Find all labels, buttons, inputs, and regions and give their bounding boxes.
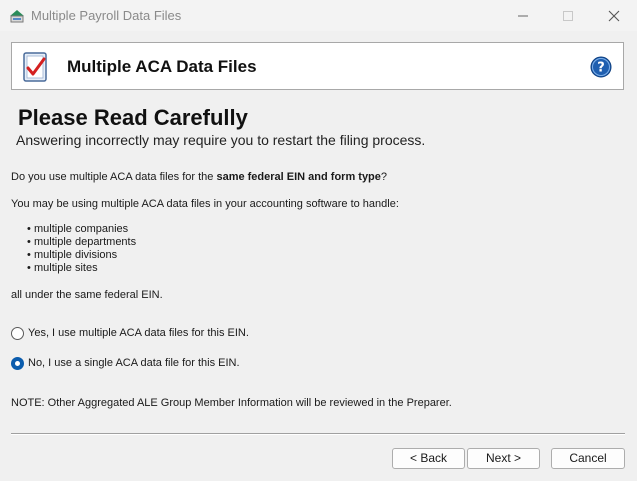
question-suffix: ? (380, 171, 388, 183)
radio-button-yes[interactable] (11, 327, 24, 340)
list-item: • multiple companies (27, 223, 129, 235)
app-logo-icon (9, 8, 25, 23)
title-bar: Multiple Payroll Data Files (0, 0, 637, 31)
radio-button-no[interactable] (11, 357, 24, 370)
footer-divider (11, 433, 625, 435)
close-button[interactable] (591, 0, 637, 31)
list-item: • multiple divisions (27, 249, 118, 261)
page-title: Multiple ACA Data Files (67, 57, 257, 76)
cancel-button[interactable]: Cancel (551, 448, 625, 469)
close-icon (608, 10, 620, 22)
question-text: Do you use multiple ACA data files for t… (11, 171, 387, 183)
radio-label-no[interactable]: No, I use a single ACA data file for thi… (28, 357, 240, 369)
warning-title: Please Read Carefully (18, 105, 248, 130)
note-text: NOTE: Other Aggregated ALE Group Member … (11, 397, 452, 409)
header-panel: Multiple ACA Data Files ? (11, 42, 624, 90)
maximize-button[interactable] (545, 0, 591, 31)
window-title: Multiple Payroll Data Files (31, 8, 182, 23)
next-button[interactable]: Next > (467, 448, 540, 469)
document-check-icon (22, 51, 50, 87)
help-icon[interactable]: ? (590, 56, 612, 82)
closing-text: all under the same federal EIN. (11, 289, 163, 301)
minimize-button[interactable] (500, 0, 546, 31)
maximize-icon (563, 11, 573, 21)
warning-subtitle: Answering incorrectly may require you to… (16, 132, 426, 148)
bullet-list: • multiple companies • multiple department… (27, 223, 136, 275)
intro-text: You may be using multiple ACA data files… (11, 198, 399, 210)
svg-text:?: ? (597, 61, 605, 76)
back-button[interactable]: < Back (392, 448, 465, 469)
list-item: • multiple sites (27, 262, 98, 274)
question-emphasis: same federal EIN and form type (216, 171, 381, 183)
minimize-icon (518, 15, 528, 17)
list-item: • multiple departments (27, 236, 137, 248)
question-prefix: Do you use multiple ACA data files for t… (11, 171, 217, 183)
radio-label-yes[interactable]: Yes, I use multiple ACA data files for t… (28, 327, 249, 339)
